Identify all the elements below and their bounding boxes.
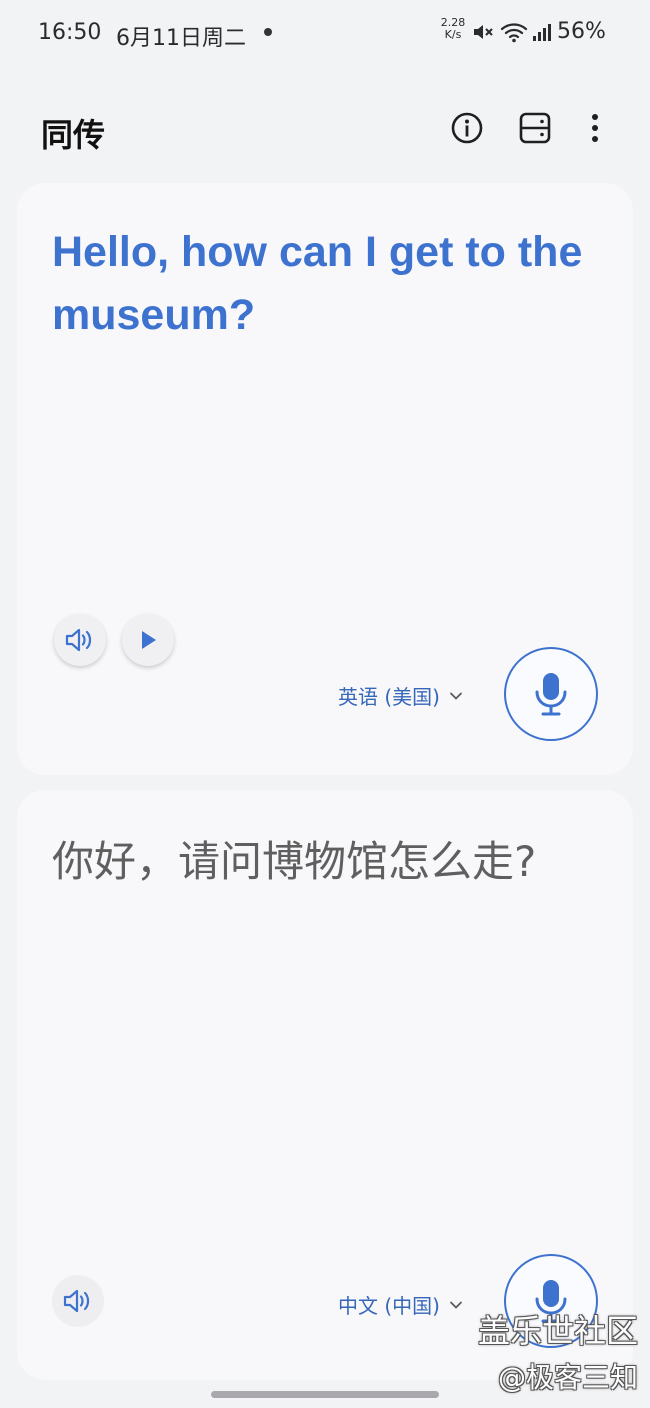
battery-percentage: 56% xyxy=(557,19,606,44)
network-speed: 2.28 K/s xyxy=(437,17,469,41)
status-date: 6月11日周二 xyxy=(116,26,246,51)
chevron-down-icon xyxy=(450,1301,462,1309)
source-language-select[interactable]: 英语 (美国) xyxy=(338,681,464,710)
status-time: 16:50 xyxy=(38,20,102,45)
source-text: Hello, how can I get to the museum? xyxy=(52,228,583,339)
target-speak-button[interactable] xyxy=(52,1275,104,1327)
mute-icon xyxy=(474,25,493,39)
play-button[interactable] xyxy=(122,614,174,666)
layout-icon xyxy=(519,112,551,144)
target-language-select[interactable]: 中文 (中国) xyxy=(338,1290,464,1319)
wifi-icon xyxy=(500,23,528,43)
target-language-label: 中文 (中国) xyxy=(338,1294,440,1318)
chevron-down-icon xyxy=(450,692,462,700)
status-bar: 16:50 6月11日周二 2.28 K/s 56% xyxy=(0,0,650,64)
app-bar: 同传 xyxy=(0,96,650,164)
more-options-button[interactable] xyxy=(573,106,617,150)
network-speed-unit: K/s xyxy=(444,28,462,41)
info-button[interactable] xyxy=(445,106,489,150)
speaker-icon xyxy=(65,628,92,652)
target-panel: 你好，请问博物馆怎么走? 中文 (中国) xyxy=(17,790,633,1380)
info-icon xyxy=(451,112,483,144)
source-mic-button[interactable] xyxy=(504,647,598,741)
notification-dot-icon xyxy=(264,28,272,36)
layout-button[interactable] xyxy=(513,106,557,150)
speaker-icon xyxy=(63,1289,90,1313)
screen: 16:50 6月11日周二 2.28 K/s 56% 同传 Hello, how… xyxy=(0,0,650,1408)
watermark-community: 盖乐世社区 xyxy=(477,1312,638,1350)
mic-icon xyxy=(535,673,567,716)
play-icon xyxy=(142,631,156,649)
watermark-author: @极客三知 xyxy=(497,1361,638,1394)
signal-icon xyxy=(533,24,551,41)
target-text: 你好，请问博物馆怎么走? xyxy=(52,837,537,886)
more-vert-icon xyxy=(592,114,598,142)
source-panel: Hello, how can I get to the museum? 英语 (… xyxy=(17,183,633,775)
source-speak-button[interactable] xyxy=(54,614,106,666)
page-title: 同传 xyxy=(41,116,106,154)
source-language-label: 英语 (美国) xyxy=(338,685,440,709)
home-indicator[interactable] xyxy=(211,1391,439,1398)
